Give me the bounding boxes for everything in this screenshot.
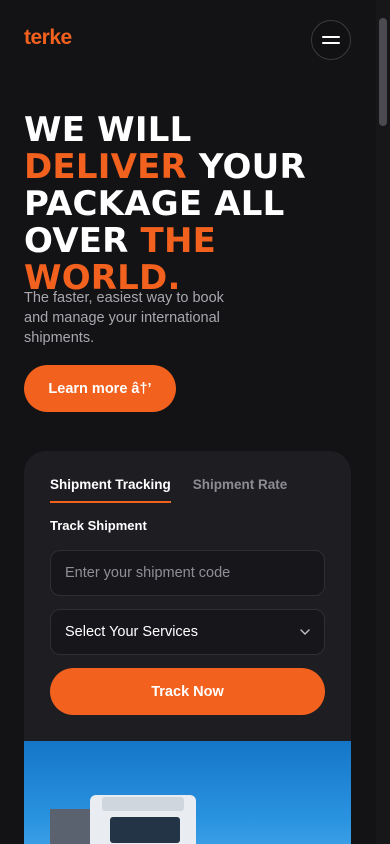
logo-text: terke bbox=[24, 26, 72, 49]
shipment-code-input[interactable] bbox=[50, 550, 325, 596]
shipment-tabs: Shipment Tracking Shipment Rate bbox=[50, 477, 287, 503]
scrollbar-thumb[interactable] bbox=[379, 18, 387, 126]
hero-title-highlight: DELIVER bbox=[24, 147, 187, 187]
hero-title: WE WILL DELIVER YOUR PACKAGE ALL OVER TH… bbox=[24, 112, 364, 297]
page-scrollbar[interactable] bbox=[376, 0, 390, 844]
hero-subtitle: The faster, easiest way to book and mana… bbox=[24, 290, 224, 346]
chevron-down-icon bbox=[300, 627, 310, 638]
track-now-button[interactable]: Track Now bbox=[50, 668, 325, 715]
truck-photo bbox=[24, 741, 351, 844]
shipment-card: Shipment Tracking Shipment Rate Track Sh… bbox=[24, 451, 351, 844]
hamburger-menu-icon bbox=[322, 36, 340, 38]
services-select-value: Select Your Services bbox=[65, 624, 198, 640]
services-select[interactable]: Select Your Services bbox=[50, 609, 325, 655]
track-shipment-label: Track Shipment bbox=[50, 518, 147, 533]
brand-logo[interactable]: terke bbox=[24, 26, 72, 50]
menu-button[interactable] bbox=[311, 20, 351, 60]
hamburger-menu-icon-line bbox=[322, 42, 340, 44]
hero-title-part: WE WILL bbox=[24, 110, 192, 150]
tab-shipment-tracking[interactable]: Shipment Tracking bbox=[50, 477, 171, 503]
truck-image bbox=[50, 795, 196, 844]
tab-shipment-rate[interactable]: Shipment Rate bbox=[193, 477, 288, 503]
learn-more-button[interactable]: Learn more â†’ bbox=[24, 365, 176, 412]
page: terke WE WILL DELIVER YOUR PACKAGE ALL O… bbox=[0, 0, 376, 844]
